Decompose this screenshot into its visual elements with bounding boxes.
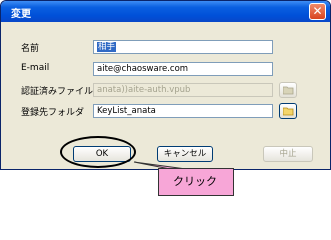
name-field-value: 相手: [97, 42, 117, 52]
folder-field-value: KeyList_anata: [97, 106, 156, 116]
cert-file-label: 認証済みファイル: [21, 87, 94, 97]
folder-icon: [283, 86, 294, 95]
cancel-button-label: キャンセル: [163, 149, 207, 159]
folder-browse-button[interactable]: [279, 103, 297, 119]
dialog-window: 変更 ✕ 名前 相手 E-mail aite@chaosware.com 認証済…: [0, 0, 331, 170]
abort-button: 中止: [263, 146, 313, 162]
cancel-button[interactable]: キャンセル: [157, 146, 213, 162]
name-label: 名前: [21, 44, 40, 54]
folder-field[interactable]: KeyList_anata: [93, 104, 273, 118]
cert-file-browse-button: [279, 82, 297, 98]
folder-label: 登録先フォルダ: [21, 108, 85, 118]
callout-text: クリック: [173, 175, 217, 188]
close-icon: ✕: [312, 4, 323, 18]
email-field-value: aite@chaosware.com: [97, 64, 189, 74]
cert-file-field: anata))aite-auth.vpub: [93, 83, 273, 97]
close-button[interactable]: ✕: [309, 3, 326, 20]
cert-file-field-value: anata))aite-auth.vpub: [97, 85, 191, 95]
ok-highlight-oval: [60, 136, 136, 168]
window-title: 変更: [11, 9, 31, 20]
folder-icon: [283, 107, 294, 116]
title-bar[interactable]: 変更 ✕: [1, 1, 330, 22]
click-callout: クリック: [158, 168, 234, 196]
name-field[interactable]: 相手: [93, 40, 273, 54]
abort-button-label: 中止: [279, 149, 297, 159]
email-label: E-mail: [21, 63, 50, 73]
email-field[interactable]: aite@chaosware.com: [93, 62, 273, 76]
